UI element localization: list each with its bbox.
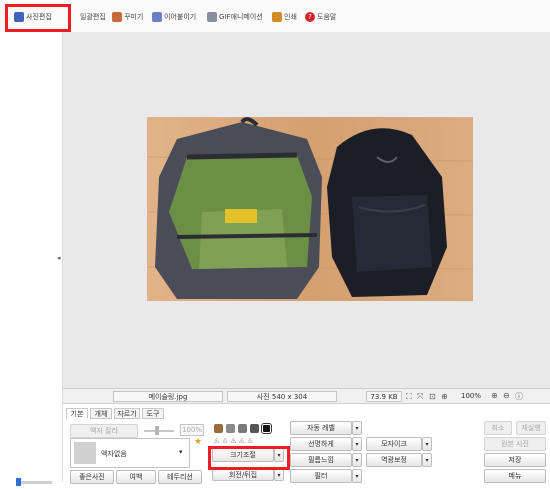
print-icon: [272, 12, 282, 22]
actual-size-icon[interactable]: ⤧: [417, 392, 423, 402]
tab-label: 꾸미기: [124, 13, 144, 21]
rotate-button[interactable]: 회전/뒤집: [212, 469, 274, 481]
panel-tab-object[interactable]: 개체: [90, 408, 112, 419]
gray-swatch-icon[interactable]: [238, 424, 247, 433]
zoom-out-icon[interactable]: ⊖: [503, 391, 510, 400]
brown-swatch-icon[interactable]: [214, 424, 223, 433]
frame-cut-button[interactable]: 액자 잘라: [70, 424, 138, 438]
frame-select[interactable]: 액자없음 ▾: [70, 438, 190, 468]
save-button[interactable]: 저장: [484, 453, 546, 467]
margin-button[interactable]: 여백: [116, 470, 156, 484]
mosaic-button[interactable]: 모자이크: [366, 437, 422, 451]
status-filesize: 73.9 KB: [366, 391, 402, 402]
tab-help[interactable]: ? 도움말: [305, 9, 336, 25]
frame-slider-thumb[interactable]: [155, 426, 159, 435]
tab-label: 도움말: [317, 13, 337, 21]
frame-slider[interactable]: [144, 430, 174, 432]
mosaic-dropdown-icon[interactable]: ▾: [422, 437, 432, 451]
tab-merge[interactable]: 이어붙이기: [152, 9, 196, 25]
bottom-slider[interactable]: [16, 481, 52, 484]
highlight-box-tab: [5, 4, 71, 32]
zoom-in-icon[interactable]: ⊕: [491, 391, 498, 400]
zoom-window-icon[interactable]: ⊕: [441, 392, 448, 401]
auto-level-dropdown-icon[interactable]: ▾: [352, 421, 362, 435]
gif-icon: [207, 12, 217, 22]
tab-print[interactable]: 인쇄: [272, 9, 297, 25]
tab-label: 일괄편집: [80, 13, 106, 21]
backlight-button[interactable]: 역광보정: [366, 453, 422, 467]
info-icon[interactable]: ⓘ: [515, 391, 523, 402]
panel-tab-tools[interactable]: 도구: [142, 408, 164, 419]
status-bar: 메이슬링.jpg 사진 540 x 304 73.9 KB ⛶ ⤧ ⊡ ⊕ 10…: [63, 388, 550, 404]
photo-image: [147, 117, 473, 301]
tab-label: 이어붙이기: [164, 13, 197, 21]
tab-gif[interactable]: GIF애니메이션: [207, 9, 263, 25]
film-feel-button[interactable]: 필름느낌: [290, 453, 352, 467]
star-icon[interactable]: ★: [194, 437, 202, 447]
rotate-dropdown-icon[interactable]: ▾: [274, 469, 284, 481]
bottom-slider-thumb[interactable]: [16, 478, 21, 486]
original-photo-button[interactable]: 원본 사진: [484, 437, 546, 451]
tab-label: 인쇄: [284, 13, 297, 21]
zoom-fit-icon[interactable]: ⊡: [429, 392, 436, 401]
fit-window-icon[interactable]: ⛶: [406, 392, 412, 402]
tab-decorate[interactable]: 꾸미기: [112, 9, 143, 25]
cancel-button[interactable]: 취소: [484, 421, 512, 435]
zoom-value: 100%: [461, 392, 482, 400]
backlight-dropdown-icon[interactable]: ▾: [422, 453, 432, 467]
collapse-arrow-icon[interactable]: ◂: [57, 254, 61, 262]
frame-thumbnail: [74, 442, 96, 464]
tab-label: GIF애니메이션: [219, 13, 263, 21]
auto-level-button[interactable]: 자동 레벨: [290, 421, 352, 435]
top-tab-bar: 사진편집 일괄편집 꾸미기 이어붙이기 GIF애니메이션 인쇄 ? 도움말: [0, 0, 550, 32]
menu-button[interactable]: 메뉴: [484, 469, 546, 483]
dark-swatch-icon[interactable]: [250, 424, 259, 433]
recent-photo-button[interactable]: 좋은사진: [70, 470, 114, 484]
help-icon: ?: [305, 12, 315, 22]
merge-icon: [152, 12, 162, 22]
filter-dropdown-icon[interactable]: ▾: [352, 469, 362, 483]
tab-batch-edit[interactable]: 일괄편집: [80, 9, 106, 25]
percent-input[interactable]: 100%: [180, 424, 204, 436]
redo-button[interactable]: 재실행: [516, 421, 546, 435]
chevron-down-icon: ▾: [179, 448, 183, 456]
shape-tools-icon[interactable]: ◬◬◬◬◬: [214, 436, 256, 444]
panel-tab-basic[interactable]: 기본: [66, 408, 88, 419]
gray-swatch-icon[interactable]: [226, 424, 235, 433]
decorate-icon: [112, 12, 122, 22]
panel-tab-crop[interactable]: 자르기: [114, 408, 140, 419]
left-sidebar: ◂: [0, 32, 63, 482]
frame-select-value: 액자없음: [101, 450, 127, 458]
film-feel-dropdown-icon[interactable]: ▾: [352, 453, 362, 467]
sharpen-dropdown-icon[interactable]: ▾: [352, 437, 362, 451]
highlight-box-resize: [208, 446, 290, 470]
sharpen-button[interactable]: 선명하게: [290, 437, 352, 451]
status-filename: 메이슬링.jpg: [113, 391, 223, 402]
status-dimensions: 사진 540 x 304: [227, 391, 337, 402]
border-button[interactable]: 테두리선: [158, 470, 202, 484]
black-swatch-icon[interactable]: [261, 423, 272, 434]
filter-button[interactable]: 필터: [290, 469, 352, 483]
photo-preview: [147, 117, 473, 301]
